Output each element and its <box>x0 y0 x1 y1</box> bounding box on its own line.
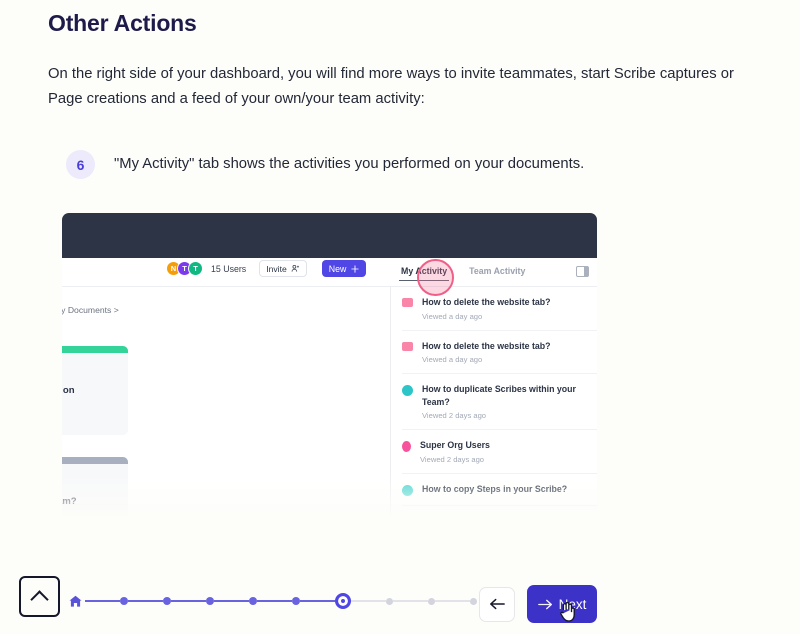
progress-dot[interactable] <box>292 597 300 605</box>
document-card[interactable]: hing on <box>62 346 128 435</box>
avatar: T <box>188 261 203 276</box>
step-row: 6 "My Activity" tab shows the activities… <box>66 149 770 179</box>
progress-dot-current[interactable] <box>335 593 351 609</box>
progress-segment <box>257 600 292 602</box>
invite-button-label: Invite <box>266 263 287 274</box>
bottom-navigation-bar: Next <box>0 574 800 634</box>
progress-dot[interactable] <box>120 597 128 605</box>
nav-buttons: Next <box>479 574 597 634</box>
progress-dot[interactable] <box>428 597 435 605</box>
activity-meta: Viewed 2 days ago <box>422 411 487 420</box>
next-button[interactable]: Next <box>527 585 597 623</box>
list-item[interactable]: How to copy Steps in your Scribe? <box>402 474 597 506</box>
document-icon <box>402 385 413 396</box>
list-item[interactable]: How to duplicate Scribes within your Tea… <box>402 374 597 430</box>
card-color-strip <box>62 457 128 464</box>
activity-title: How to delete the website tab? <box>422 340 551 351</box>
embedded-screenshot: N T T 15 Users Invite New y Documents > … <box>62 213 597 518</box>
screenshot-dark-header <box>62 213 597 258</box>
users-count-label: 15 Users <box>211 263 247 274</box>
activity-list: How to delete the website tab? Viewed a … <box>391 287 597 506</box>
article-content: Other Actions On the right side of your … <box>0 0 800 179</box>
card-title: r Team? <box>62 496 77 507</box>
document-icon <box>402 484 413 496</box>
progress-segment <box>171 600 206 602</box>
activity-meta: Viewed a day ago <box>422 311 483 321</box>
card-title: hing on <box>62 385 75 396</box>
card-color-strip <box>62 346 128 353</box>
progress-segment <box>300 600 335 602</box>
progress-segment <box>214 600 249 602</box>
document-card[interactable]: r Team? <box>62 457 128 518</box>
toolbar-left-group: N T T 15 Users Invite New <box>166 260 367 277</box>
progress-segment <box>393 600 428 602</box>
progress-dot[interactable] <box>470 597 477 605</box>
document-icon <box>402 298 413 307</box>
progress-segment <box>85 600 120 602</box>
next-button-label: Next <box>558 596 587 612</box>
new-button-label: New <box>328 263 347 274</box>
list-item[interactable]: Super Org Users Viewed 2 days ago <box>402 430 597 474</box>
progress-segment <box>435 600 470 602</box>
new-button[interactable]: New <box>321 260 367 277</box>
activity-meta: Viewed 2 days ago <box>420 454 485 464</box>
page-title: Other Actions <box>48 10 197 36</box>
document-icon <box>402 441 411 452</box>
breadcrumb[interactable]: My Documents > <box>62 305 119 315</box>
activity-meta: Viewed a day ago <box>422 355 483 364</box>
activity-title: How to duplicate Scribes within your Tea… <box>422 384 576 407</box>
plus-icon <box>351 264 359 273</box>
progress-segment <box>128 600 163 602</box>
chevron-up-icon <box>30 589 49 609</box>
progress-dot[interactable] <box>163 597 171 605</box>
page-root: Other Actions On the right side of your … <box>0 0 800 634</box>
highlight-ring <box>417 259 454 296</box>
avatar-group: N T T <box>166 261 203 276</box>
panel-toggle-icon[interactable] <box>576 266 589 277</box>
back-button[interactable] <box>479 586 515 622</box>
activity-title: How to delete the website tab? <box>422 297 551 307</box>
progress-stepper <box>68 593 477 609</box>
invite-button[interactable]: Invite <box>259 260 307 277</box>
document-icon <box>402 341 413 351</box>
progress-dot[interactable] <box>249 597 257 605</box>
activity-title: How to copy Steps in your Scribe? <box>422 483 568 494</box>
tab-team-activity[interactable]: Team Activity <box>469 266 525 281</box>
step-number-badge: 6 <box>66 150 95 179</box>
home-icon[interactable] <box>68 594 83 609</box>
step-description: "My Activity" tab shows the activities y… <box>114 156 585 172</box>
activity-title: Super Org Users <box>420 440 490 450</box>
screenshot-app-body: N T T 15 Users Invite New y Documents > … <box>62 258 597 518</box>
progress-segment <box>351 600 386 602</box>
intro-paragraph: On the right side of your dashboard, you… <box>48 66 734 107</box>
progress-dot[interactable] <box>206 597 214 605</box>
progress-dot[interactable] <box>386 597 393 605</box>
list-item[interactable]: How to delete the website tab? Viewed a … <box>402 331 597 374</box>
arrow-left-icon <box>490 598 505 610</box>
arrow-right-icon <box>537 599 552 609</box>
add-person-icon <box>291 264 299 272</box>
collapse-button[interactable] <box>19 576 60 617</box>
